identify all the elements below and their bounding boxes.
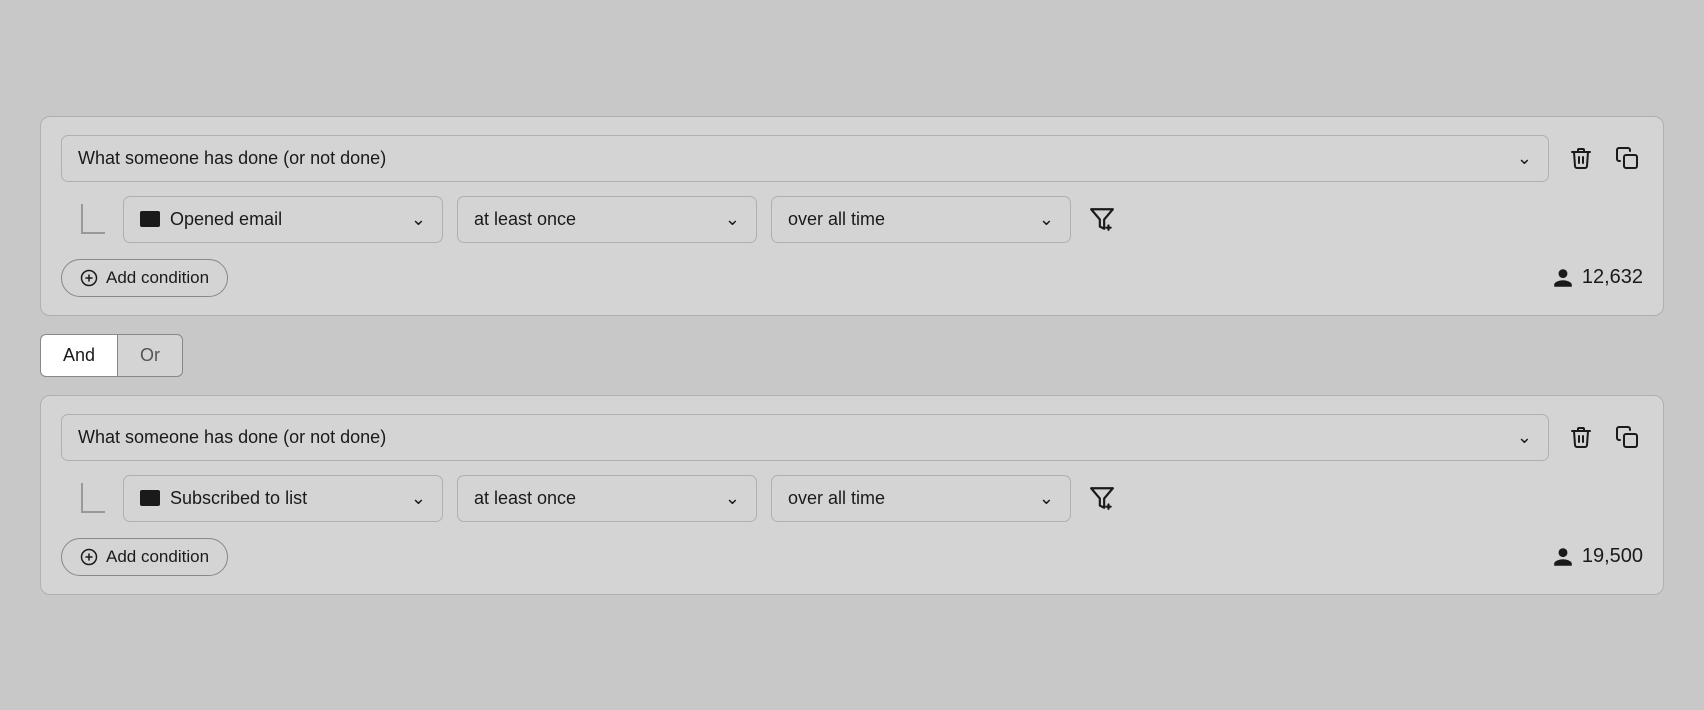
condition-2-actions [1565,421,1643,453]
delete-button-2[interactable] [1565,421,1597,453]
add-condition-button-1[interactable]: Add condition [61,259,228,297]
add-condition-button-2[interactable]: Add condition [61,538,228,576]
connector-2 [81,483,105,513]
condition-block-2: What someone has done (or not done) ⌄ [40,395,1664,595]
time-dropdown-1[interactable]: over all time ⌄ [771,196,1071,243]
delete-button-1[interactable] [1565,142,1597,174]
add-condition-label-1: Add condition [106,268,209,288]
main-select-1-chevron: ⌄ [1517,148,1532,169]
event-icon-1 [140,211,160,227]
count-value-1: 12,632 [1582,266,1643,289]
frequency-chevron-2: ⌄ [725,488,740,509]
add-condition-label-2: Add condition [106,547,209,567]
main-select-1[interactable]: What someone has done (or not done) ⌄ [61,135,1549,182]
frequency-dropdown-2[interactable]: at least once ⌄ [457,475,757,522]
condition-1-actions [1565,142,1643,174]
person-icon-1 [1552,267,1574,289]
event-icon-2 [140,490,160,506]
count-display-2: 19,500 [1552,545,1643,568]
main-select-2[interactable]: What someone has done (or not done) ⌄ [61,414,1549,461]
main-select-1-label: What someone has done (or not done) [78,148,386,169]
copy-button-1[interactable] [1611,142,1643,174]
sub-row-1: Opened email ⌄ at least once ⌄ over all … [91,196,1643,243]
and-button[interactable]: And [40,334,117,377]
event-dropdown-2[interactable]: Subscribed to list ⌄ [123,475,443,522]
count-display-1: 12,632 [1552,266,1643,289]
copy-button-2[interactable] [1611,421,1643,453]
event-label-2: Subscribed to list [170,488,307,509]
event-dropdown-1[interactable]: Opened email ⌄ [123,196,443,243]
frequency-label-2: at least once [474,488,576,509]
connector-1 [81,204,105,234]
or-button[interactable]: Or [117,334,183,377]
frequency-chevron-1: ⌄ [725,209,740,230]
sub-row-2: Subscribed to list ⌄ at least once ⌄ ove… [91,475,1643,522]
frequency-dropdown-1[interactable]: at least once ⌄ [457,196,757,243]
condition-block-1: What someone has done (or not done) ⌄ [40,116,1664,316]
condition-header-1: What someone has done (or not done) ⌄ [61,135,1643,182]
time-dropdown-2[interactable]: over all time ⌄ [771,475,1071,522]
main-select-2-chevron: ⌄ [1517,427,1532,448]
time-chevron-2: ⌄ [1039,488,1054,509]
event-chevron-2: ⌄ [411,488,426,509]
time-chevron-1: ⌄ [1039,209,1054,230]
filter-button-1[interactable] [1085,202,1119,236]
logic-row: And Or [40,334,1664,377]
time-label-2: over all time [788,488,885,509]
condition-header-2: What someone has done (or not done) ⌄ [61,414,1643,461]
main-select-2-label: What someone has done (or not done) [78,427,386,448]
filter-button-2[interactable] [1085,481,1119,515]
event-chevron-1: ⌄ [411,209,426,230]
event-label-1: Opened email [170,209,282,230]
time-label-1: over all time [788,209,885,230]
condition-footer-2: Add condition 19,500 [61,538,1643,576]
frequency-label-1: at least once [474,209,576,230]
condition-footer-1: Add condition 12,632 [61,259,1643,297]
person-icon-2 [1552,546,1574,568]
count-value-2: 19,500 [1582,545,1643,568]
